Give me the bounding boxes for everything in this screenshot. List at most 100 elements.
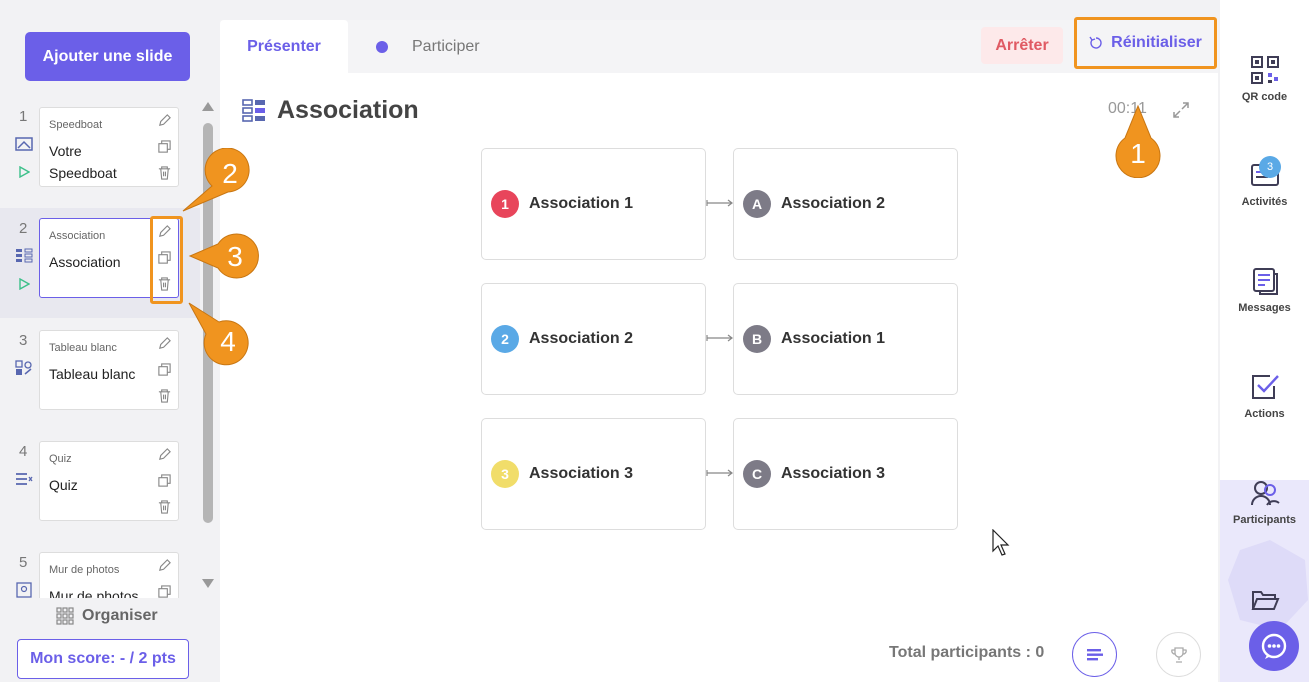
tab-participate[interactable]: Participer [372,20,480,73]
edit-icon[interactable] [157,112,172,129]
slide-number: 5 [19,554,28,571]
qr-code-label: QR code [1241,91,1288,103]
callout-marker-1: 1 [1115,104,1161,178]
callout-number: 1 [1130,138,1146,169]
participants-icon [1250,481,1280,506]
participants-button[interactable]: Participants [1220,478,1309,526]
qr-code-icon [1250,56,1279,84]
number-badge: 1 [491,190,519,218]
stop-button[interactable]: Arrêter [981,27,1063,64]
callout-marker-2: 2 [182,148,250,212]
organise-label: Organiser [82,607,158,624]
reset-icon [1089,36,1102,49]
add-slide-button[interactable]: Ajouter une slide [25,32,190,81]
slide-row-5[interactable]: 5 Mur de photos Mur de photos [0,542,200,598]
letter-badge: C [743,460,771,488]
speedboat-icon [15,137,33,151]
tab-participate-label: Participer [412,37,480,55]
score-button[interactable]: Mon score: - / 2 pts [17,639,189,679]
slide-row-1[interactable]: 1 Speedboat Votre Speedboat [0,96,200,206]
association-icon [16,248,33,263]
support-chat-button[interactable] [1249,621,1299,671]
slide-title: Mur de photos [49,588,139,598]
slide-type-label: Speedboat [49,119,103,131]
association-left-item[interactable]: 2 Association 2 [481,283,706,395]
qr-code-button[interactable]: QR code [1220,55,1309,103]
tools-sidebar: QR code Activités 3 Messages Actions Par… [1220,0,1309,682]
highlight-box-actions [150,216,183,304]
messages-button[interactable]: Messages [1220,266,1309,314]
association-right-item[interactable]: B Association 1 [733,283,958,395]
whiteboard-icon [15,360,32,375]
bar-chart-icon [1086,648,1103,660]
actions-label: Actions [1244,408,1285,420]
reset-button[interactable]: Réinitialiser [1074,17,1217,69]
folder-icon [1251,591,1279,610]
association-label: Association 1 [529,195,634,212]
slide-type-label: Quiz [49,453,72,465]
slide-header: Association [242,96,419,125]
reset-label: Réinitialiser [1111,34,1202,51]
participants-label: Participants [1233,514,1296,526]
link-arrow-icon [706,334,733,342]
number-badge: 3 [491,460,519,488]
callout-number: 2 [222,158,238,189]
association-label: Association 3 [781,465,886,482]
live-dot-icon [376,40,388,53]
association-right-item[interactable]: C Association 3 [733,418,958,530]
messages-icon [1252,268,1278,295]
slide-type-label: Tableau blanc [49,342,117,354]
total-participants: Total participants : 0 [889,644,1045,661]
duplicate-icon[interactable] [157,138,172,155]
duplicate-icon[interactable] [157,472,172,489]
association-label: Association 1 [781,330,886,347]
grid-icon [56,607,74,625]
duplicate-icon[interactable] [157,583,172,598]
tab-present[interactable]: Présenter [220,20,348,73]
activities-label: Activités [1241,196,1288,208]
play-icon[interactable] [18,166,30,178]
delete-icon[interactable] [157,164,172,181]
association-right-item[interactable]: A Association 2 [733,148,958,260]
slide-row-3[interactable]: 3 Tableau blanc Tableau blanc [0,320,200,430]
association-left-item[interactable]: 3 Association 3 [481,418,706,530]
main-panel: Présenter Participer Arrêter Réinitialis… [220,17,1218,682]
slide-card[interactable]: Quiz Quiz [39,441,179,521]
slide-card[interactable]: Speedboat Votre Speedboat [39,107,179,187]
delete-icon[interactable] [157,387,172,404]
messages-label: Messages [1238,302,1291,314]
letter-badge: A [743,190,771,218]
slide-row-4[interactable]: 4 Quiz Quiz [0,431,200,541]
page-title: Association [277,96,419,124]
trophy-icon [1170,646,1187,663]
slide-card[interactable]: Mur de photos Mur de photos [39,552,179,598]
folder-button[interactable] [1220,585,1309,615]
edit-icon[interactable] [157,557,172,574]
link-arrow-icon [706,199,733,207]
slide-title: Quiz [49,477,78,493]
tab-bar: Présenter Participer Arrêter Réinitialis… [220,17,1218,73]
photo-wall-icon [16,582,32,598]
play-icon[interactable] [18,278,30,290]
results-button[interactable] [1072,632,1117,677]
callout-number: 3 [227,241,243,272]
leaderboard-button[interactable] [1156,632,1201,677]
notification-badge: 3 [1259,156,1281,178]
association-left-item[interactable]: 1 Association 1 [481,148,706,260]
slide-title: Votre Speedboat [49,143,117,181]
callout-marker-4: 4 [188,302,249,366]
association-icon [242,98,265,122]
organise-button[interactable]: Organiser [56,605,158,627]
edit-icon[interactable] [157,335,172,352]
slide-type-label: Mur de photos [49,564,120,576]
edit-icon[interactable] [157,446,172,463]
slide-card[interactable]: Tableau blanc Tableau blanc [39,330,179,410]
duplicate-icon[interactable] [157,361,172,378]
scroll-down-arrow[interactable] [201,578,215,590]
scroll-up-arrow[interactable] [201,100,215,112]
callout-number: 4 [220,326,236,357]
delete-icon[interactable] [157,498,172,515]
actions-button[interactable]: Actions [1220,372,1309,420]
link-arrow-icon [706,469,733,477]
expand-icon[interactable] [1172,101,1190,119]
